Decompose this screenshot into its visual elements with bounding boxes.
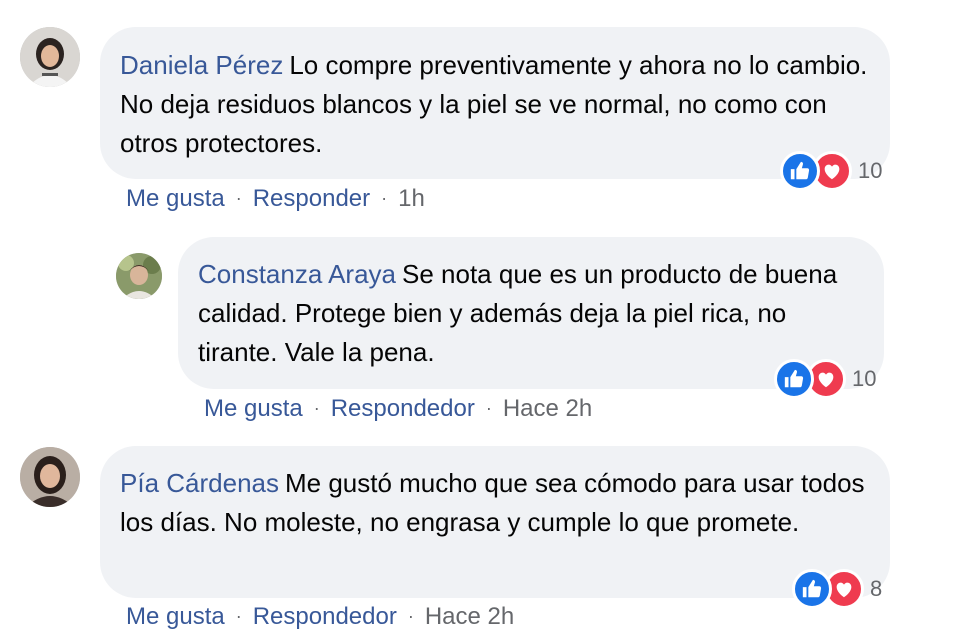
reactions-summary[interactable]: 8: [792, 569, 882, 609]
user-photo-icon: [116, 253, 162, 299]
comment-body: Pía Cárdenas Me gustó mucho que sea cómod…: [120, 464, 865, 542]
reply-link[interactable]: Respondedor: [331, 395, 475, 422]
reactions-summary[interactable]: 10: [780, 151, 882, 191]
reaction-count: 8: [870, 576, 883, 601]
like-link[interactable]: Me gusta: [126, 603, 225, 630]
user-photo-icon: [20, 27, 80, 87]
avatar[interactable]: [20, 447, 80, 507]
separator-dot: ·: [235, 188, 242, 208]
like-reaction-icon: [774, 359, 814, 399]
avatar[interactable]: [116, 253, 162, 299]
like-link[interactable]: Me gusta: [126, 185, 225, 212]
separator-dot: ·: [313, 398, 320, 418]
avatar[interactable]: [20, 27, 80, 87]
like-reaction-icon: [780, 151, 820, 191]
comment-author[interactable]: Daniela Pérez: [120, 50, 283, 80]
separator-dot: ·: [235, 606, 242, 626]
comment-author[interactable]: Pía Cárdenas: [120, 468, 279, 498]
comment-author[interactable]: Constanza Araya: [198, 259, 396, 289]
reaction-count: 10: [858, 158, 883, 183]
comment-timestamp[interactable]: 1h: [398, 185, 425, 212]
comment-timestamp[interactable]: Hace 2h: [425, 603, 514, 630]
comment-body: Daniela Pérez Lo compre preventivamente y…: [120, 46, 875, 163]
like-reaction-icon: [792, 569, 832, 609]
comment-actions: Me gusta · Respondedor · Hace 2h: [126, 602, 514, 633]
separator-dot: ·: [381, 188, 388, 208]
reactions-summary[interactable]: 10: [774, 359, 876, 399]
reply-link[interactable]: Respondedor: [253, 603, 397, 630]
comment-timestamp[interactable]: Hace 2h: [503, 395, 592, 422]
separator-dot: ·: [407, 606, 414, 626]
reply-link[interactable]: Responder: [253, 185, 370, 212]
reaction-count: 10: [852, 366, 877, 391]
like-link[interactable]: Me gusta: [204, 395, 303, 422]
comment-body: Constanza Araya Se nota que es un product…: [198, 255, 870, 372]
separator-dot: ·: [485, 398, 492, 418]
comment-actions: Me gusta · Respondedor · Hace 2h: [204, 394, 592, 425]
user-photo-icon: [20, 447, 80, 507]
comment-actions: Me gusta · Responder · 1h: [126, 184, 425, 215]
